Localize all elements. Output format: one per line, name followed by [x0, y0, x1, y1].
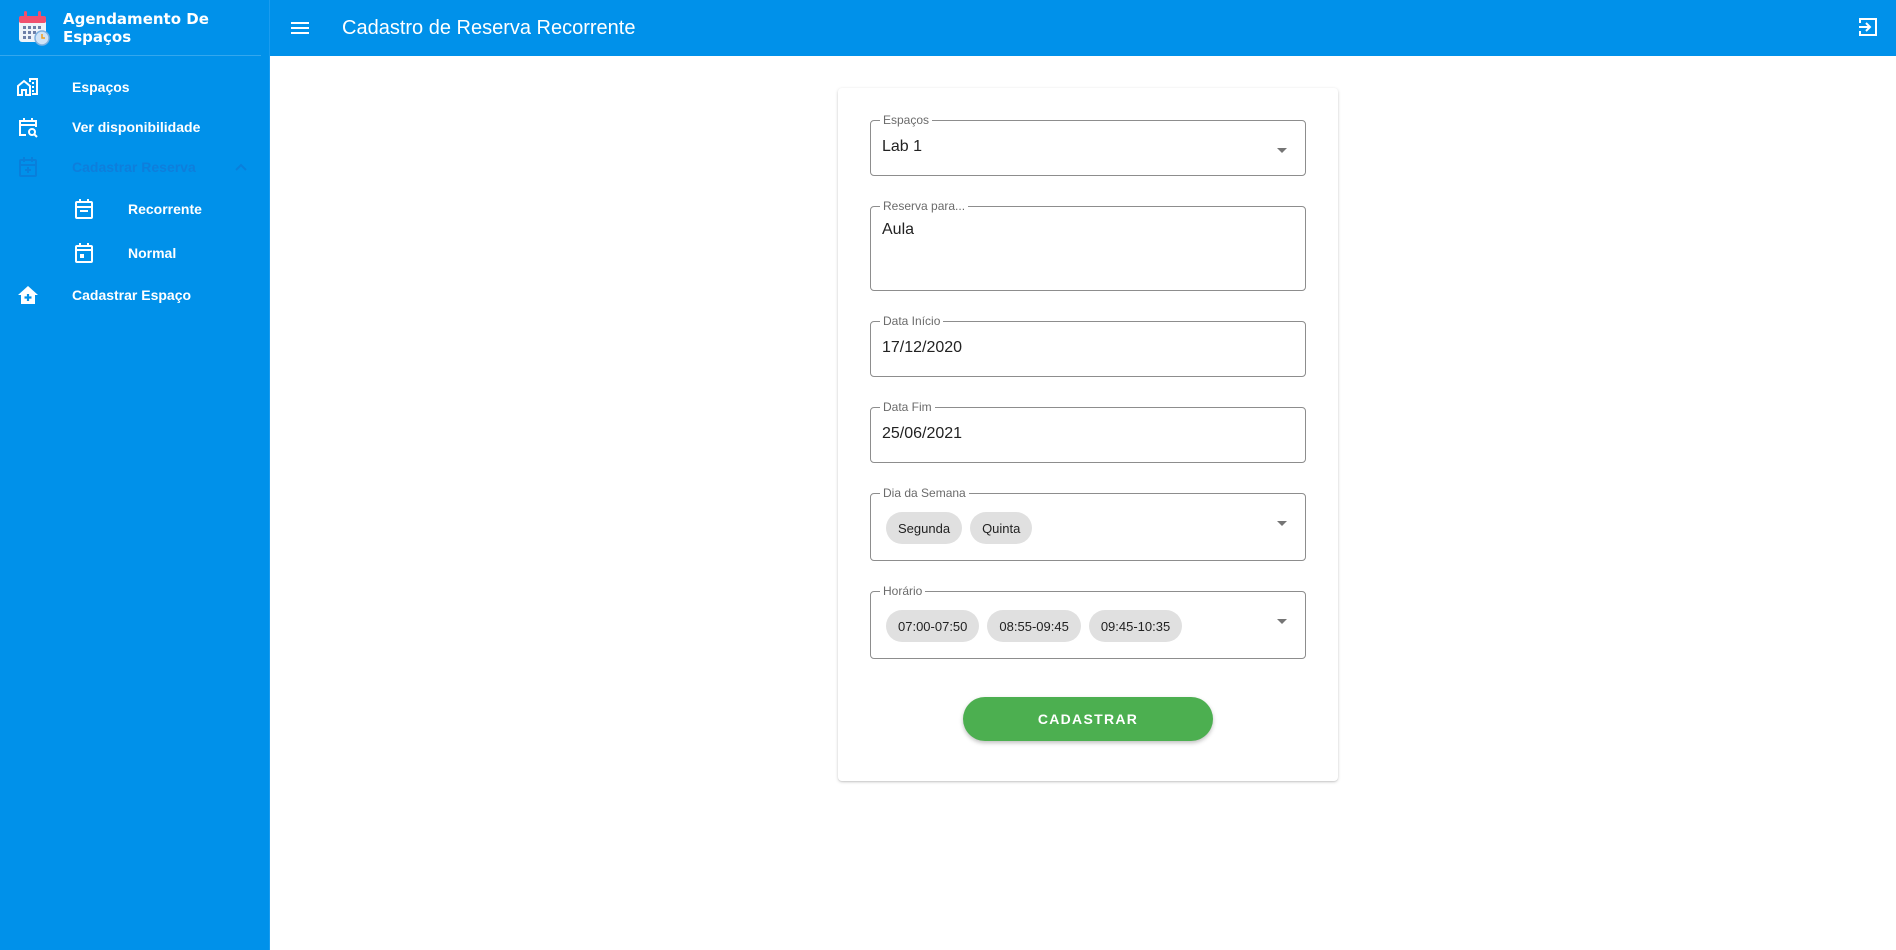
sidebar-item-cadastrar-espaco[interactable]: Cadastrar Espaço: [0, 275, 269, 315]
sidebar-item-recorrente[interactable]: Recorrente: [0, 187, 269, 231]
reserva-para-textarea[interactable]: Reserva para... Aula: [870, 199, 1306, 291]
sidebar-item-espacos[interactable]: Espaços: [0, 67, 269, 107]
brand: Agendamento De Espaços: [0, 0, 261, 56]
horario-select[interactable]: Horário 07:00-07:50 08:55-09:45 09:45-10…: [870, 584, 1306, 659]
page-title: Cadastro de Reserva Recorrente: [342, 16, 636, 39]
data-fim-label: Data Fim: [880, 400, 935, 414]
calendar-recurring-icon: [72, 197, 96, 221]
sidebar-nav: Espaços Ver disponibilidade Cadastrar Re…: [0, 56, 269, 315]
horario-label: Horário: [880, 584, 926, 598]
app-title: Agendamento De Espaços: [63, 9, 209, 46]
chip-quinta[interactable]: Quinta: [970, 512, 1033, 544]
sidebar: Agendamento De Espaços Espaços Ver dispo…: [0, 0, 270, 950]
add-home-icon: [16, 283, 40, 307]
reserva-para-value: Aula: [882, 221, 915, 238]
dia-da-semana-label: Dia da Semana: [880, 486, 969, 500]
sidebar-item-label: Cadastrar Reserva: [72, 159, 196, 175]
data-fim-input[interactable]: Data Fim 25/06/2021: [870, 400, 1306, 463]
espacos-label: Espaços: [880, 113, 933, 127]
chip-segunda[interactable]: Segunda: [886, 512, 963, 544]
sidebar-item-label: Recorrente: [128, 201, 202, 217]
calendar-today-icon: [72, 241, 96, 265]
dropdown-arrow-icon: [1277, 148, 1287, 153]
calendar-clock-logo-icon: [18, 10, 50, 46]
espacos-select[interactable]: Espaços Lab 1: [870, 113, 1306, 176]
calendar-add-icon: [16, 155, 40, 179]
calendar-search-icon: [16, 115, 40, 139]
top-app-bar: Cadastro de Reserva Recorrente: [270, 0, 1896, 56]
horario-chips: 07:00-07:50 08:55-09:45 09:45-10:35: [886, 610, 1183, 642]
data-fim-value: 25/06/2021: [882, 425, 963, 442]
domain-icon: [16, 75, 40, 99]
espacos-value: Lab 1: [882, 138, 923, 155]
chevron-up-icon: [233, 159, 249, 175]
dia-da-semana-chips: Segunda Quinta: [886, 512, 1033, 544]
sidebar-item-label: Espaços: [72, 79, 130, 95]
chip-horario[interactable]: 09:45-10:35: [1088, 610, 1183, 642]
cadastrar-button[interactable]: CADASTRAR: [963, 697, 1213, 741]
data-inicio-label: Data Início: [880, 314, 944, 328]
sidebar-item-label: Normal: [128, 245, 177, 261]
dia-da-semana-select[interactable]: Dia da Semana Segunda Quinta: [870, 486, 1306, 561]
reservation-form-card: Espaços Lab 1 Reserva para... Aula Data …: [838, 88, 1338, 781]
menu-icon[interactable]: [288, 16, 312, 40]
sidebar-item-label: Cadastrar Espaço: [72, 287, 192, 303]
reserva-para-label: Reserva para...: [880, 199, 969, 213]
chip-horario[interactable]: 08:55-09:45: [987, 610, 1081, 642]
dropdown-arrow-icon: [1277, 521, 1287, 526]
data-inicio-value: 17/12/2020: [882, 339, 963, 356]
sidebar-item-ver-disponibilidade[interactable]: Ver disponibilidade: [0, 107, 269, 147]
sidebar-item-normal[interactable]: Normal: [0, 231, 269, 275]
sidebar-group-cadastrar-reserva[interactable]: Cadastrar Reserva: [0, 147, 269, 187]
sidebar-item-label: Ver disponibilidade: [72, 119, 201, 135]
data-inicio-input[interactable]: Data Início 17/12/2020: [870, 314, 1306, 377]
logout-icon[interactable]: [1856, 15, 1880, 39]
chip-horario[interactable]: 07:00-07:50: [886, 610, 980, 642]
dropdown-arrow-icon: [1277, 619, 1287, 624]
